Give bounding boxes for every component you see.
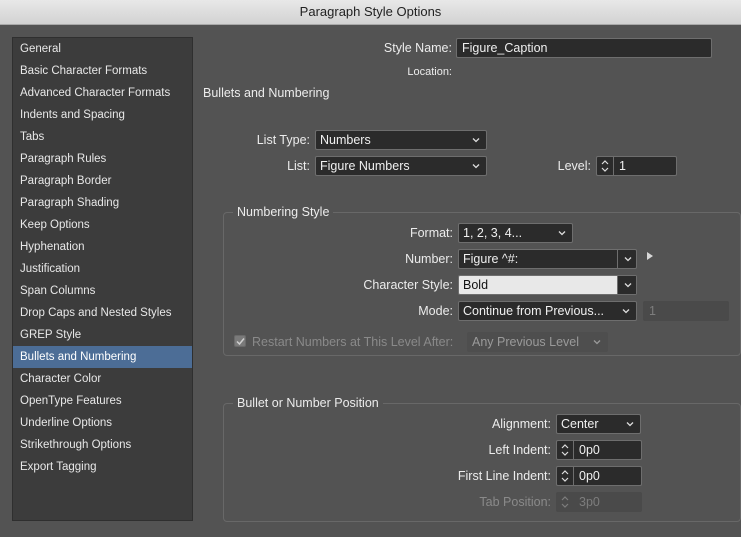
alignment-dropdown[interactable]: Center: [556, 414, 641, 434]
sidebar-item-general[interactable]: General: [13, 38, 192, 60]
list-type-label: List Type:: [256, 133, 310, 147]
chevron-down-icon: [472, 164, 480, 169]
level-input[interactable]: [614, 156, 677, 176]
category-list: General Basic Character Formats Advanced…: [12, 37, 193, 521]
list-type-dropdown[interactable]: Numbers: [315, 130, 487, 150]
up-down-stepper-icon: [561, 496, 569, 508]
left-indent-stepper[interactable]: [556, 440, 574, 460]
first-line-indent-input[interactable]: [574, 466, 642, 486]
level-stepper[interactable]: [596, 156, 614, 176]
character-style-value: Bold: [463, 278, 489, 292]
first-line-indent-stepper[interactable]: [556, 466, 574, 486]
up-down-stepper-icon: [561, 470, 569, 482]
chevron-down-icon: [593, 340, 601, 345]
first-line-indent-label: First Line Indent:: [457, 469, 551, 483]
window-title: Paragraph Style Options: [0, 0, 741, 25]
chevron-down-icon: [558, 231, 566, 236]
sidebar-item-justification[interactable]: Justification: [13, 258, 192, 280]
sidebar-item-indents-and-spacing[interactable]: Indents and Spacing: [13, 104, 192, 126]
chevron-down-icon: [626, 422, 634, 427]
restart-numbers-label: Restart Numbers at This Level After:: [252, 335, 454, 349]
up-down-stepper-icon: [601, 160, 609, 172]
character-style-combo[interactable]: Bold: [458, 275, 637, 295]
chevron-down-icon: [622, 309, 630, 314]
level-label: Level:: [557, 159, 591, 173]
sidebar-item-span-columns[interactable]: Span Columns: [13, 280, 192, 302]
sidebar-item-strikethrough-options[interactable]: Strikethrough Options: [13, 434, 192, 456]
list-type-value: Numbers: [320, 133, 371, 147]
restart-level-value: Any Previous Level: [472, 335, 580, 349]
list-label: List:: [287, 159, 310, 173]
character-style-label: Character Style:: [363, 278, 453, 292]
number-combo[interactable]: Figure ^#:: [458, 249, 637, 269]
sidebar-item-export-tagging[interactable]: Export Tagging: [13, 456, 192, 478]
position-title: Bullet or Number Position: [233, 396, 383, 410]
list-value: Figure Numbers: [320, 159, 410, 173]
chevron-down-icon: [624, 257, 632, 262]
sidebar-item-paragraph-rules[interactable]: Paragraph Rules: [13, 148, 192, 170]
mode-dropdown[interactable]: Continue from Previous...: [458, 301, 637, 321]
list-dropdown[interactable]: Figure Numbers: [315, 156, 487, 176]
restart-level-dropdown[interactable]: Any Previous Level: [467, 332, 608, 352]
number-dropdown-button[interactable]: [617, 250, 636, 268]
restart-numbers-checkbox[interactable]: [234, 335, 246, 347]
mode-value: Continue from Previous...: [463, 304, 605, 318]
numbering-style-title: Numbering Style: [233, 205, 334, 219]
number-label: Number:: [405, 252, 453, 266]
sidebar-item-paragraph-border[interactable]: Paragraph Border: [13, 170, 192, 192]
style-name-input[interactable]: [456, 38, 712, 58]
left-indent-input[interactable]: [574, 440, 642, 460]
sidebar-item-keep-options[interactable]: Keep Options: [13, 214, 192, 236]
checkmark-icon: [236, 338, 245, 346]
section-title: Bullets and Numbering: [203, 86, 330, 100]
sidebar-item-basic-character-formats[interactable]: Basic Character Formats: [13, 60, 192, 82]
alignment-label: Alignment:: [491, 417, 551, 431]
format-dropdown[interactable]: 1, 2, 3, 4...: [458, 223, 573, 243]
left-indent-label: Left Indent:: [488, 443, 551, 457]
chevron-down-icon: [472, 138, 480, 143]
tab-position-label: Tab Position:: [479, 495, 551, 509]
sidebar-item-opentype-features[interactable]: OpenType Features: [13, 390, 192, 412]
style-name-label: Style Name:: [383, 41, 452, 55]
character-style-dropdown-button[interactable]: [617, 276, 636, 294]
location-label: Location:: [407, 66, 452, 78]
sidebar-item-underline-options[interactable]: Underline Options: [13, 412, 192, 434]
format-label: Format:: [409, 226, 453, 240]
format-value: 1, 2, 3, 4...: [463, 226, 523, 240]
sidebar-item-drop-caps[interactable]: Drop Caps and Nested Styles: [13, 302, 192, 324]
mode-start-number-input[interactable]: [643, 301, 729, 321]
sidebar-item-paragraph-shading[interactable]: Paragraph Shading: [13, 192, 192, 214]
sidebar-item-bullets-and-numbering[interactable]: Bullets and Numbering: [13, 346, 192, 368]
sidebar-item-advanced-character-formats[interactable]: Advanced Character Formats: [13, 82, 192, 104]
sidebar-item-character-color[interactable]: Character Color: [13, 368, 192, 390]
tab-position-input[interactable]: [574, 492, 642, 512]
tab-position-stepper[interactable]: [556, 492, 574, 512]
sidebar-item-grep-style[interactable]: GREP Style: [13, 324, 192, 346]
sidebar-item-tabs[interactable]: Tabs: [13, 126, 192, 148]
triangle-right-icon[interactable]: [646, 251, 654, 261]
number-value: Figure ^#:: [463, 252, 519, 266]
sidebar-item-hyphenation[interactable]: Hyphenation: [13, 236, 192, 258]
mode-label: Mode:: [418, 304, 453, 318]
alignment-value: Center: [561, 417, 599, 431]
up-down-stepper-icon: [561, 444, 569, 456]
chevron-down-icon: [624, 283, 632, 288]
